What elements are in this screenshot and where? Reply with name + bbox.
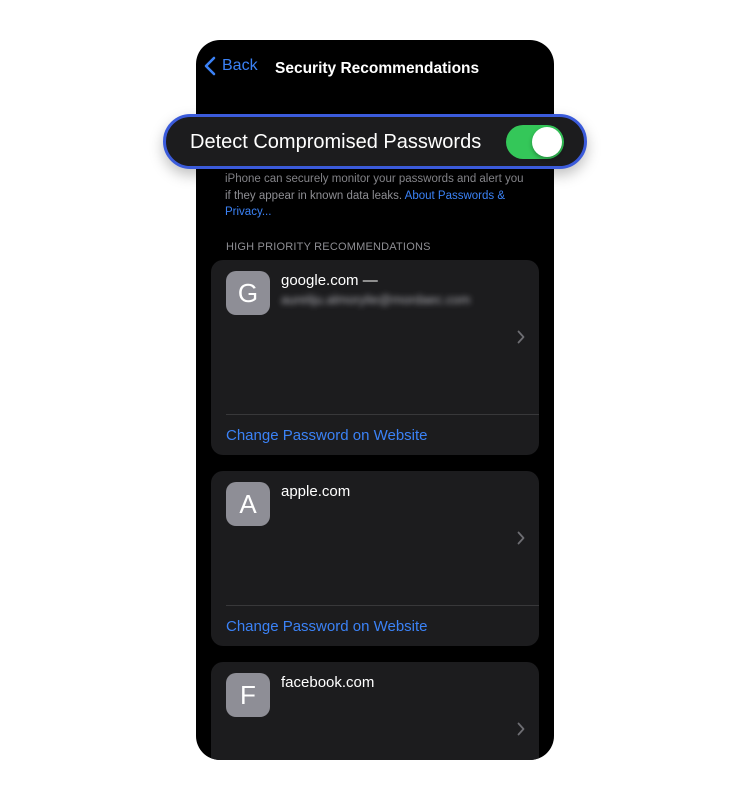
detect-compromised-toggle[interactable] <box>506 125 564 159</box>
detect-compromised-passwords-row: Detect Compromised Passwords <box>163 114 587 169</box>
change-password-button[interactable]: Change Password on Website <box>226 618 428 635</box>
recommendation-card: F facebook.com <box>211 662 539 760</box>
recommendation-card: G google.com — aureliju.almorylie@mordae… <box>211 260 539 455</box>
site-avatar: F <box>226 673 270 717</box>
setting-description: iPhone can securely monitor your passwor… <box>225 171 525 221</box>
account-email: aureliju.almorylie@mordaec.com <box>281 292 471 307</box>
chevron-right-icon <box>517 330 525 349</box>
toggle-knob <box>532 127 562 157</box>
site-avatar: A <box>226 482 270 526</box>
divider <box>226 414 539 415</box>
chevron-right-icon <box>517 531 525 550</box>
recommendation-row[interactable]: F facebook.com <box>211 662 539 760</box>
page-title: Security Recommendations <box>275 60 480 77</box>
site-avatar: G <box>226 271 270 315</box>
back-button[interactable]: Back <box>204 56 258 76</box>
toggle-label: Detect Compromised Passwords <box>190 131 482 153</box>
site-name: facebook.com <box>281 674 375 691</box>
site-name: apple.com <box>281 483 351 500</box>
divider <box>226 605 539 606</box>
chevron-left-icon <box>204 56 216 76</box>
recommendation-row[interactable]: G google.com — aureliju.almorylie@mordae… <box>211 260 539 414</box>
change-password-button[interactable]: Change Password on Website <box>226 427 428 444</box>
recommendation-card: A apple.com Change Password on Website <box>211 471 539 646</box>
section-header: HIGH PRIORITY RECOMMENDATIONS <box>226 241 431 253</box>
recommendation-row[interactable]: A apple.com <box>211 471 539 605</box>
chevron-right-icon <box>517 722 525 741</box>
site-name: google.com — <box>281 272 378 289</box>
navigation-bar: Back Security Recommendations <box>196 40 554 98</box>
back-label: Back <box>222 57 258 74</box>
